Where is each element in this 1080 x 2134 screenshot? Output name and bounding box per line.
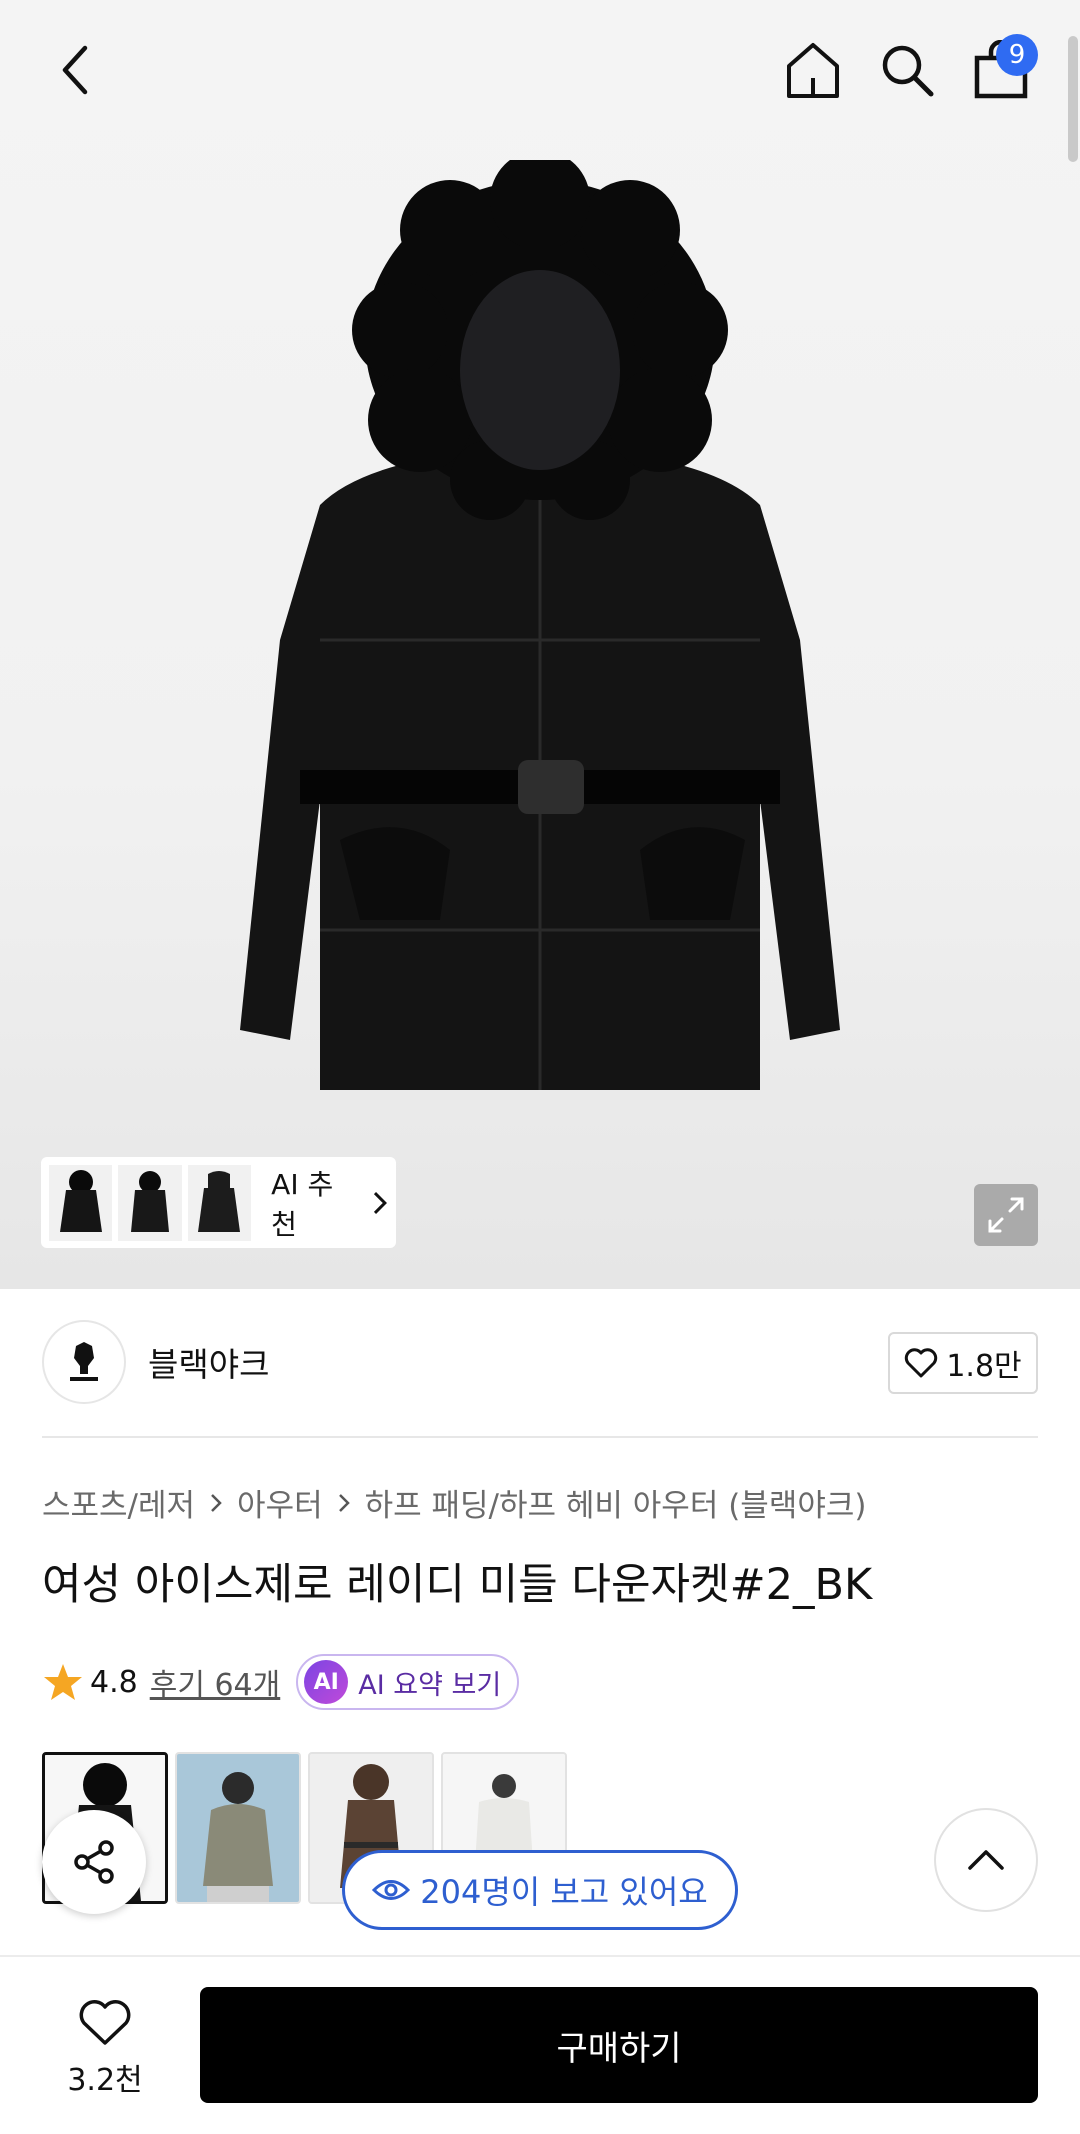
ai-badge-icon: AI — [304, 1660, 349, 1704]
ai-recommend-button[interactable]: AI 추천 — [41, 1157, 396, 1248]
product-image — [240, 160, 840, 1090]
search-icon — [882, 45, 934, 97]
brand-like-count: 1.8만 — [946, 1349, 1022, 1384]
fullscreen-button[interactable] — [974, 1184, 1038, 1246]
ai-recommend-thumb — [49, 1164, 113, 1241]
variant-thumb[interactable] — [175, 1752, 301, 1904]
brand-name[interactable]: 블랙야크 — [148, 1338, 269, 1386]
home-icon — [787, 43, 839, 98]
jacket-thumb-icon — [59, 1169, 102, 1232]
eye-icon — [372, 1880, 411, 1900]
heart-icon — [905, 1348, 938, 1378]
scroll-top-button[interactable] — [934, 1808, 1038, 1912]
jacket-thumb-icon — [131, 1170, 170, 1232]
wishlist-button[interactable]: 3.2천 — [52, 1999, 158, 2099]
chevron-right-icon — [211, 1493, 222, 1512]
ai-summary-label: AI 요약 보기 — [358, 1669, 502, 1701]
ai-recommend-thumb — [187, 1164, 252, 1241]
cart-button[interactable]: 9 — [966, 30, 1038, 110]
brand-like-button[interactable]: 1.8만 — [888, 1332, 1038, 1394]
rating-row: 4.8 후기 64개 AI AI 요약 보기 — [42, 1654, 520, 1710]
home-button[interactable] — [778, 30, 848, 110]
review-count-link[interactable]: 후기 64개 — [150, 1660, 281, 1704]
expand-icon — [988, 1197, 1024, 1233]
search-button[interactable] — [872, 30, 942, 110]
bottom-action-bar: 3.2천 구매하기 — [0, 1955, 1080, 2134]
breadcrumb-item[interactable]: 아우터 — [237, 1480, 323, 1525]
chevron-left-icon — [62, 45, 88, 95]
ai-recommend-thumb — [118, 1164, 182, 1241]
back-button[interactable] — [40, 30, 110, 110]
share-button[interactable] — [42, 1810, 146, 1914]
brand-logo[interactable] — [42, 1320, 126, 1404]
chevron-right-icon — [338, 1493, 350, 1512]
breadcrumb-item[interactable]: 스포츠/레저 — [42, 1480, 195, 1525]
share-icon — [74, 1840, 114, 1884]
variant-image — [177, 1754, 299, 1902]
viewers-text: 204명이 보고 있어요 — [420, 1873, 708, 1911]
divider — [42, 1436, 1038, 1438]
brand-row: 블랙야크 1.8만 — [42, 1320, 1038, 1404]
brand-logo-mark — [70, 1342, 98, 1381]
cart-count-badge: 9 — [996, 34, 1038, 76]
rating-value: 4.8 — [90, 1664, 138, 1700]
ai-summary-button[interactable]: AI AI 요약 보기 — [296, 1654, 520, 1710]
scrollbar[interactable] — [1068, 36, 1078, 162]
product-title: 여성 아이스제로 레이디 미들 다운자켓#2_BK — [42, 1560, 873, 1610]
buy-button[interactable]: 구매하기 — [200, 1987, 1038, 2103]
viewers-pill: 204명이 보고 있어요 — [342, 1850, 738, 1930]
star-icon — [44, 1664, 82, 1700]
ai-recommend-label: AI 추천 — [271, 1167, 334, 1241]
wishlist-count: 3.2천 — [67, 2063, 143, 2098]
jacket-thumb-icon — [198, 1170, 241, 1232]
breadcrumb-item[interactable]: 하프 패딩/하프 헤비 아우터 (블랙야크) — [365, 1480, 867, 1525]
chevron-up-icon — [968, 1850, 1004, 1870]
breadcrumb: 스포츠/레저 아우터 하프 패딩/하프 헤비 아우터 (블랙야크) — [42, 1480, 866, 1525]
heart-icon — [79, 2000, 131, 2045]
product-image-area[interactable]: 9 AI 추천 — [0, 0, 1080, 1289]
chevron-right-icon — [374, 1191, 388, 1214]
